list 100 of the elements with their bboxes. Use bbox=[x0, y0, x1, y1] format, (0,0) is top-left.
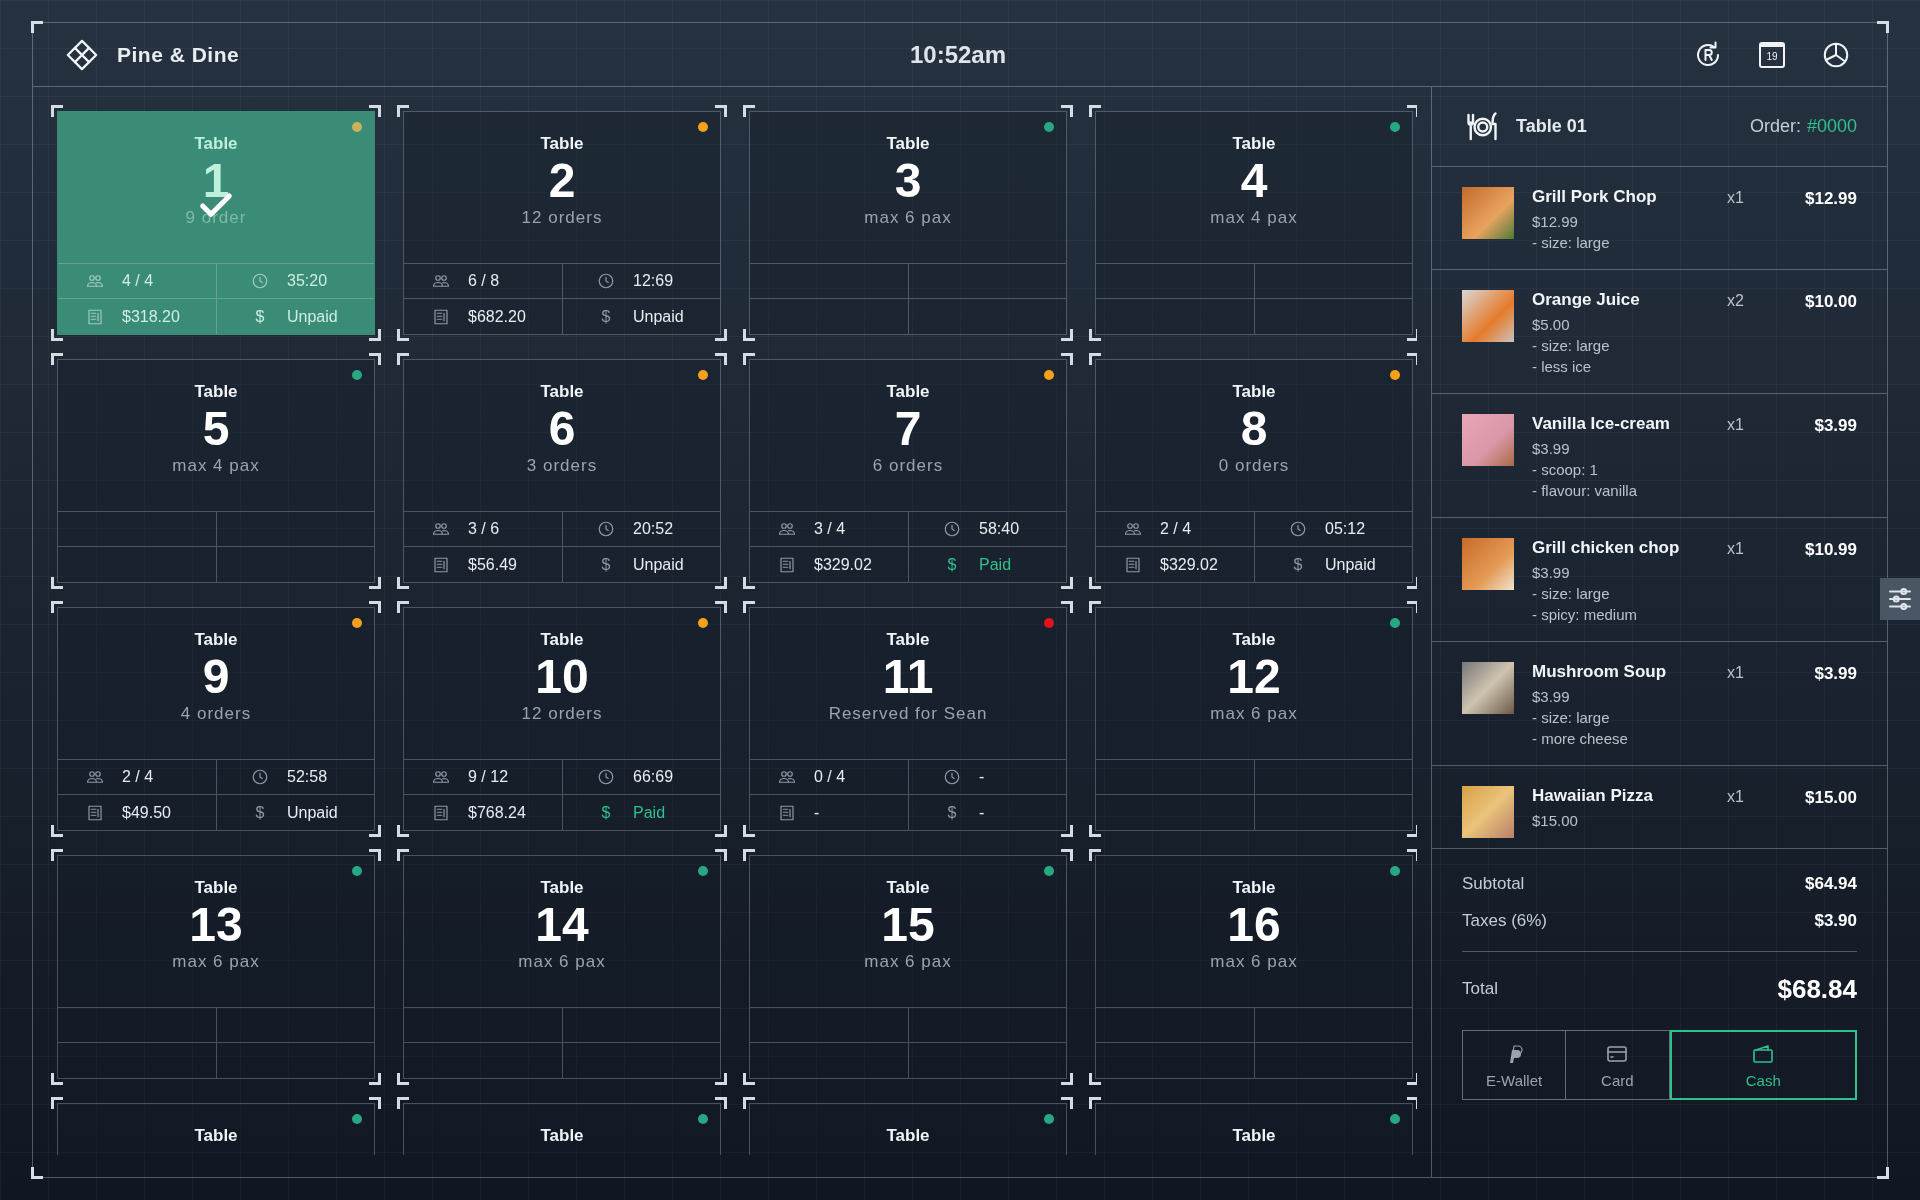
elapsed-time: 20:52 bbox=[633, 520, 674, 538]
item-price: $3.99 bbox=[1532, 564, 1571, 581]
table-label: Table bbox=[886, 382, 930, 402]
table-subtitle: max 6 pax bbox=[518, 952, 606, 972]
item-total: $3.99 bbox=[1813, 415, 1857, 436]
clock-icon bbox=[251, 272, 269, 290]
table-subtitle: 3 orders bbox=[526, 456, 598, 476]
corner-bracket bbox=[1877, 1167, 1889, 1179]
item-price: $3.99 bbox=[1532, 440, 1571, 457]
table-subtitle: 6 orders bbox=[872, 456, 944, 476]
item-total: $15.00 bbox=[1804, 787, 1857, 808]
corner-bracket bbox=[51, 849, 63, 861]
table-subtitle: 12 orders bbox=[521, 208, 603, 228]
bill-amount: $682.20 bbox=[468, 307, 526, 326]
item-option: - size: large bbox=[1532, 234, 1727, 251]
item-total: $3.99 bbox=[1813, 663, 1857, 684]
table-subtitle: 0 orders bbox=[1218, 456, 1290, 476]
calendar-button[interactable]: 19 bbox=[1759, 41, 1785, 68]
currency-symbol: $ bbox=[946, 555, 958, 574]
table-number: 3 bbox=[894, 154, 922, 208]
table-number: 14 bbox=[535, 898, 589, 952]
table-number: 6 bbox=[548, 402, 576, 456]
corner-bracket bbox=[1089, 577, 1101, 589]
currency-symbol: $ bbox=[600, 803, 612, 822]
corner-bracket bbox=[715, 601, 727, 613]
corner-bracket bbox=[715, 1073, 727, 1085]
corner-bracket bbox=[743, 1073, 755, 1085]
corner-bracket bbox=[1089, 825, 1101, 837]
item-option: - size: large bbox=[1532, 337, 1727, 354]
table-number: 8 bbox=[1240, 402, 1268, 456]
corner-bracket bbox=[31, 1167, 43, 1179]
elapsed-time: 66:69 bbox=[633, 768, 674, 786]
corner-bracket bbox=[397, 577, 409, 589]
corner-bracket bbox=[1089, 329, 1101, 341]
table-number: 5 bbox=[202, 402, 230, 456]
corner-bracket bbox=[369, 601, 381, 613]
table-subtitle: Reserved for Sean bbox=[828, 704, 988, 724]
bill-amount: $329.02 bbox=[814, 555, 872, 574]
corner-bracket bbox=[743, 601, 755, 613]
summary-label: Taxes (6%) bbox=[1462, 910, 1548, 931]
corner-bracket bbox=[369, 1097, 381, 1109]
corner-bracket bbox=[715, 577, 727, 589]
currency-symbol: $ bbox=[254, 307, 266, 326]
guests-count: 2 / 4 bbox=[1160, 520, 1192, 538]
item-price: $3.99 bbox=[1532, 688, 1571, 705]
corner-bracket bbox=[1061, 353, 1073, 365]
payment-status: Unpaid bbox=[1325, 555, 1376, 574]
bill-amount: $49.50 bbox=[122, 803, 171, 822]
corner-bracket bbox=[715, 329, 727, 341]
guests-count: 3 / 6 bbox=[468, 520, 500, 538]
sliders-icon[interactable] bbox=[1880, 578, 1920, 620]
table-label: Table bbox=[886, 630, 930, 650]
corner-bracket bbox=[715, 849, 727, 861]
table-label: Table bbox=[1232, 878, 1276, 898]
order-number: #0000 bbox=[1806, 116, 1857, 137]
table-subtitle: 12 orders bbox=[521, 704, 603, 724]
table-subtitle: max 4 pax bbox=[172, 456, 260, 476]
item-quantity: x2 bbox=[1727, 291, 1745, 310]
table-label: Table bbox=[540, 134, 584, 154]
corner-bracket bbox=[1407, 825, 1417, 837]
payment-method-button[interactable]: Card bbox=[1566, 1030, 1670, 1100]
table-subtitle: 9 order bbox=[185, 208, 247, 228]
receipt-icon bbox=[86, 307, 104, 326]
payment-status: Unpaid bbox=[633, 555, 684, 574]
item-name: Grill Pork Chop bbox=[1532, 187, 1658, 207]
clock-icon bbox=[597, 768, 615, 786]
table-label: Table bbox=[540, 1126, 584, 1146]
currency-symbol: $ bbox=[600, 307, 612, 326]
item-quantity: x1 bbox=[1727, 663, 1745, 682]
clock-icon bbox=[251, 768, 269, 786]
table-label: Table bbox=[540, 382, 584, 402]
table-number: 2 bbox=[548, 154, 576, 208]
guests-count: 4 / 4 bbox=[122, 272, 154, 290]
table-label: Table bbox=[1232, 382, 1276, 402]
clock-icon bbox=[943, 768, 961, 786]
elapsed-time: 52:58 bbox=[287, 768, 328, 786]
summary-label: Total bbox=[1462, 979, 1498, 999]
corner-bracket bbox=[1089, 601, 1101, 613]
elapsed-time: - bbox=[979, 768, 985, 786]
corner-bracket bbox=[1061, 1097, 1073, 1109]
table-number: 7 bbox=[894, 402, 922, 456]
corner-bracket bbox=[1061, 577, 1073, 589]
corner-bracket bbox=[51, 577, 63, 589]
table-label: Table bbox=[1232, 134, 1276, 154]
payment-method-button[interactable]: E-Wallet bbox=[1462, 1030, 1567, 1100]
item-option: - more cheese bbox=[1532, 730, 1727, 747]
corner-bracket bbox=[1407, 329, 1417, 341]
people-icon bbox=[778, 520, 796, 538]
corner-bracket bbox=[1061, 329, 1073, 341]
table-subtitle: max 6 pax bbox=[172, 952, 260, 972]
bill-amount: $768.24 bbox=[468, 803, 526, 822]
payment-method-button[interactable]: Cash bbox=[1669, 1030, 1857, 1100]
corner-bracket bbox=[51, 1097, 63, 1109]
guests-count: 6 / 8 bbox=[468, 272, 500, 290]
guests-count: 9 / 12 bbox=[468, 768, 509, 786]
currency-symbol: $ bbox=[1292, 555, 1304, 574]
corner-bracket bbox=[397, 825, 409, 837]
table-label: Table bbox=[194, 382, 238, 402]
table-label: Table bbox=[1232, 1126, 1276, 1146]
table-label: Table bbox=[540, 878, 584, 898]
